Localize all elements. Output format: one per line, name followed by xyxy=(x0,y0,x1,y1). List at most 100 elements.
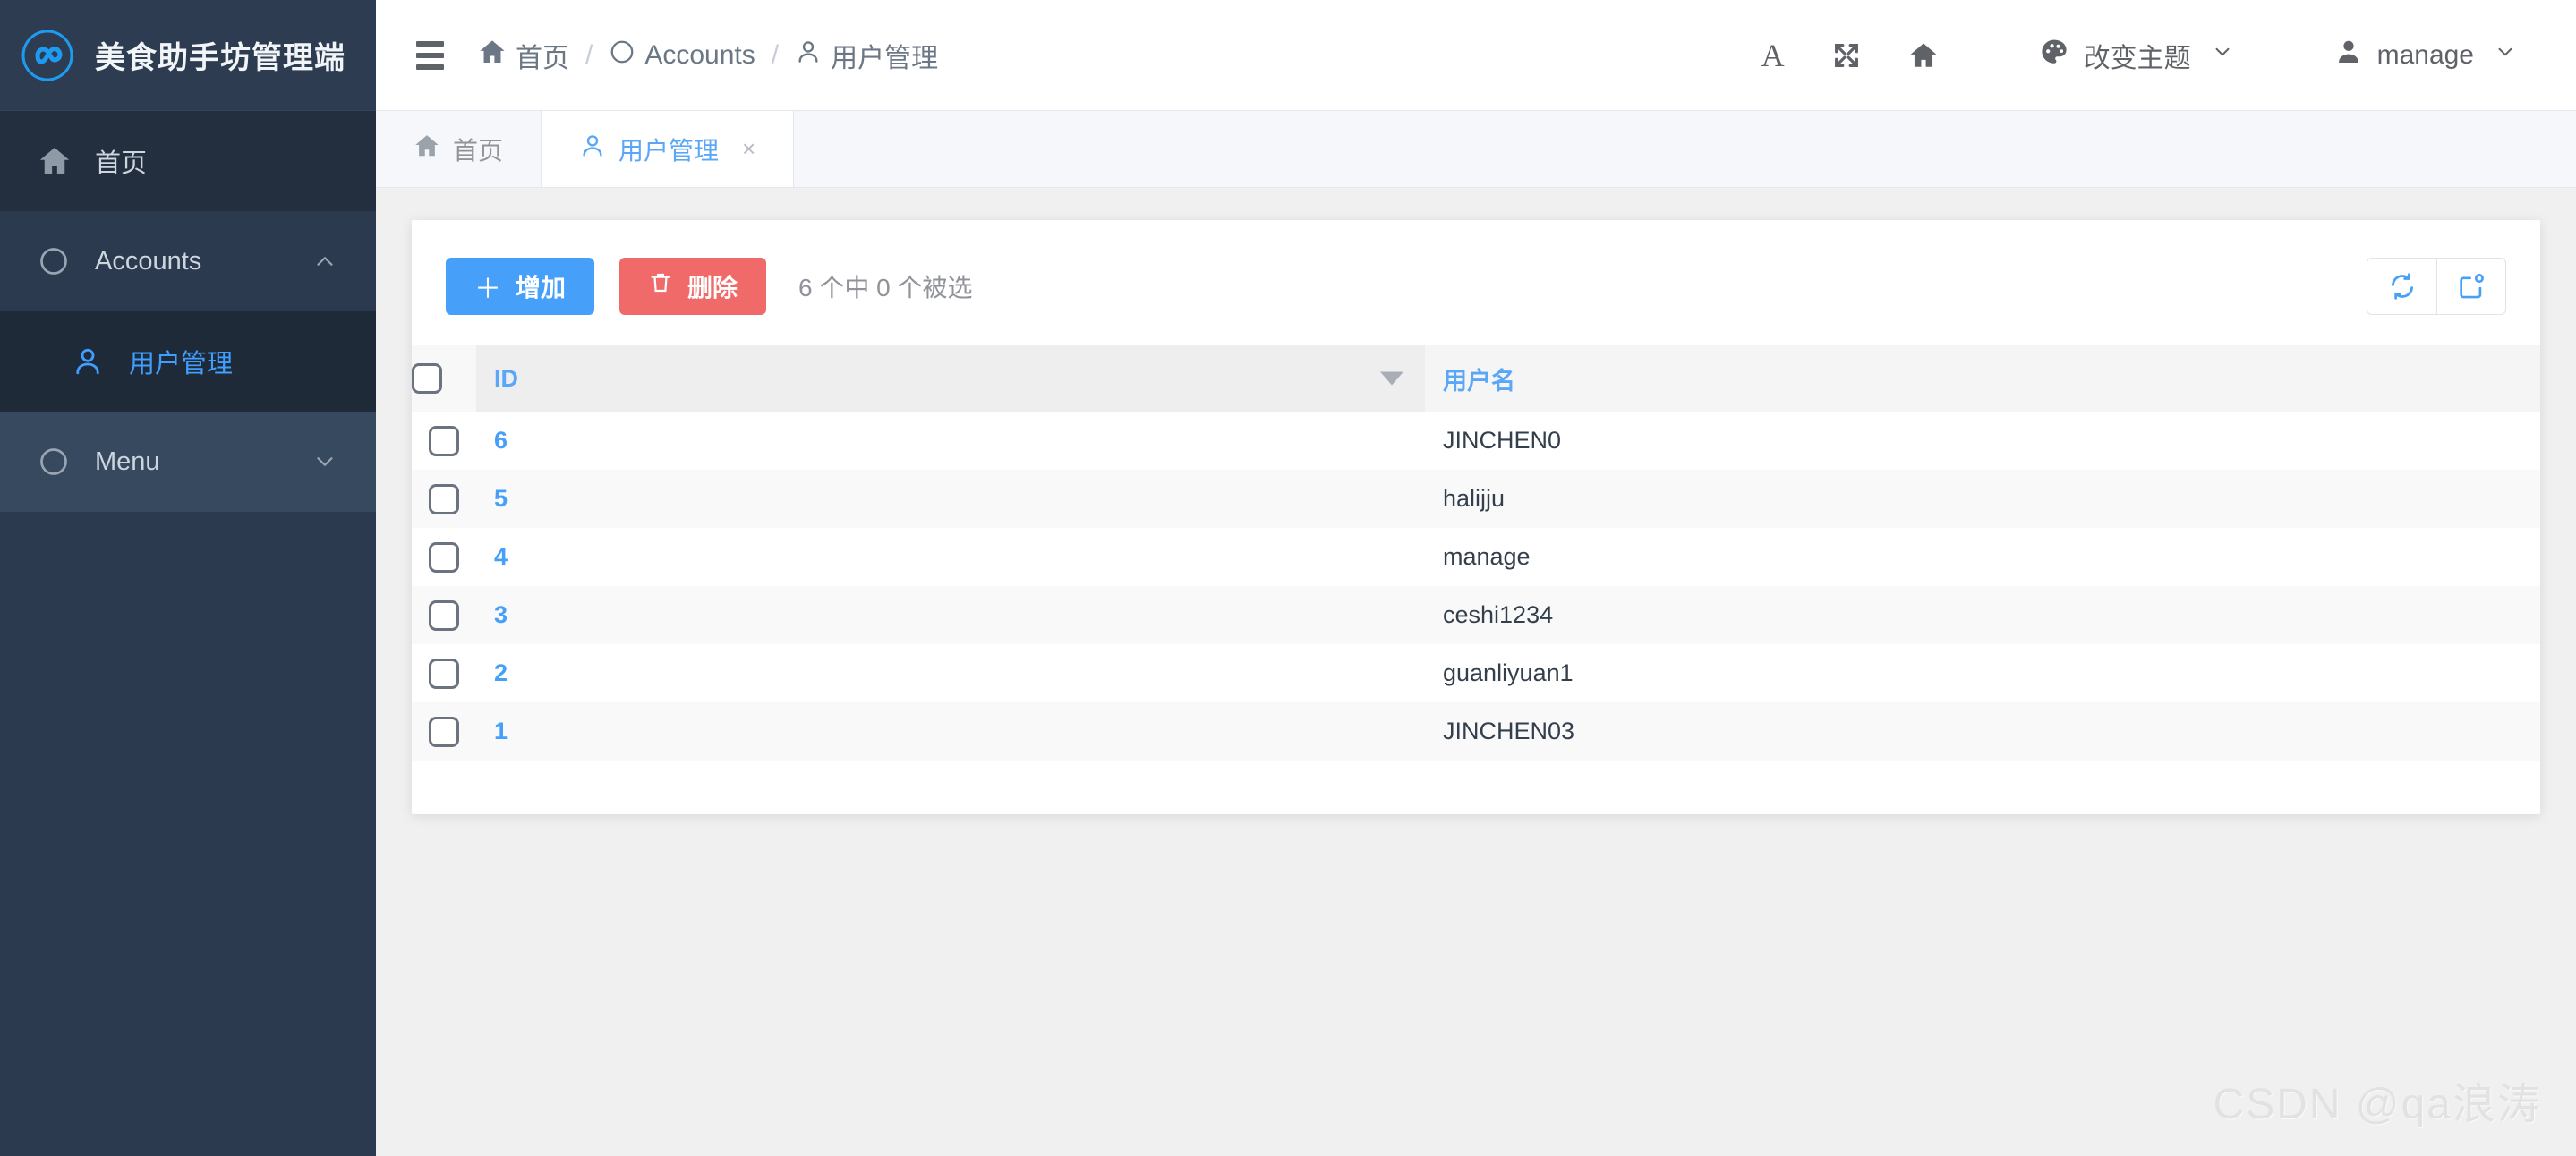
sidebar-item-menu-label: Menu xyxy=(95,446,160,476)
row-select-cell xyxy=(412,586,476,644)
selection-count: 6 个中 0 个被选 xyxy=(798,274,973,302)
breadcrumb-separator: / xyxy=(771,39,780,70)
watermark: CSDN @qa浪涛 xyxy=(2213,1081,2542,1128)
table-row[interactable]: 2 guanliyuan1 xyxy=(412,644,2540,702)
sidebar-item-accounts[interactable]: Accounts xyxy=(0,211,376,311)
user-icon xyxy=(579,132,606,166)
breadcrumb-item-user-management-label: 用户管理 xyxy=(831,43,939,73)
home-icon xyxy=(478,38,507,73)
chevron-down-icon xyxy=(2494,40,2517,71)
breadcrumb-item-user-management[interactable]: 用户管理 xyxy=(795,36,938,75)
row-checkbox[interactable] xyxy=(429,716,459,747)
row-username-cell: JINCHEN0 xyxy=(1425,412,2540,470)
caret-down-icon[interactable] xyxy=(1380,371,1403,386)
row-checkbox[interactable] xyxy=(429,483,459,514)
column-header-id-label: ID xyxy=(494,364,518,392)
fullscreen-arrows-icon[interactable] xyxy=(1808,24,1885,87)
row-checkbox[interactable] xyxy=(429,599,459,631)
content-area: ＋ 增加 删除 6 个中 0 个被选 ID 用户名 6 JINCHEN0 5 h… xyxy=(376,188,2576,1156)
user-table: ID 用户名 6 JINCHEN0 5 halijju 4 manage 3 c… xyxy=(412,345,2540,761)
row-username-cell: guanliyuan1 xyxy=(1425,644,2540,702)
column-header-username-label: 用户名 xyxy=(1443,367,1515,395)
user-avatar-icon xyxy=(2334,38,2363,73)
row-id-link[interactable]: 6 xyxy=(494,427,508,454)
breadcrumb-item-accounts-label: Accounts xyxy=(644,39,755,70)
row-select-cell xyxy=(412,528,476,586)
row-id-link[interactable]: 2 xyxy=(494,659,508,686)
header-home-icon[interactable] xyxy=(1885,24,1962,87)
table-row[interactable]: 3 ceshi1234 xyxy=(412,586,2540,644)
sidebar-item-menu[interactable]: Menu xyxy=(0,412,376,512)
chevron-down-icon[interactable] xyxy=(311,448,338,475)
column-header-username[interactable]: 用户名 xyxy=(1425,345,2540,412)
hamburger-icon[interactable] xyxy=(403,29,456,82)
add-button[interactable]: ＋ 增加 xyxy=(446,258,595,315)
circle-icon xyxy=(38,446,79,478)
row-id-link[interactable]: 1 xyxy=(494,718,508,744)
circle-icon xyxy=(38,245,79,277)
theme-switcher-button[interactable]: 改变主题 xyxy=(2016,36,2257,75)
circle-icon xyxy=(609,38,635,72)
breadcrumb-item-home-label: 首页 xyxy=(516,43,569,73)
home-icon xyxy=(414,132,440,166)
tab-home-label: 首页 xyxy=(453,136,504,165)
row-username-cell: manage xyxy=(1425,528,2540,586)
sidebar-item-home[interactable]: 首页 xyxy=(0,111,376,211)
table-row[interactable]: 1 JINCHEN03 xyxy=(412,702,2540,761)
row-id-cell: 6 xyxy=(476,412,1425,470)
tab-bar: 首页 用户管理 × xyxy=(376,111,2576,188)
delete-button[interactable]: 删除 xyxy=(619,258,767,315)
tab-user-management[interactable]: 用户管理 × xyxy=(542,111,795,187)
font-size-button[interactable]: A xyxy=(1738,24,1808,87)
sidebar-item-user-management[interactable]: 用户管理 xyxy=(0,311,376,412)
breadcrumb-separator: / xyxy=(585,39,593,70)
app-root: 美食助手坊管理端 首页 Accounts 用户管理 Menu 首页 / Acco… xyxy=(0,0,2576,1156)
row-username-cell: JINCHEN03 xyxy=(1425,702,2540,761)
brand-header[interactable]: 美食助手坊管理端 xyxy=(0,0,376,111)
refresh-icon[interactable] xyxy=(2367,258,2436,315)
user-icon xyxy=(795,38,822,72)
table-row[interactable]: 6 JINCHEN0 xyxy=(412,412,2540,470)
breadcrumb-item-home[interactable]: 首页 xyxy=(478,36,569,75)
column-header-id[interactable]: ID xyxy=(476,345,1425,412)
user-menu-button[interactable]: manage xyxy=(2311,38,2540,73)
sidebar-nav: 首页 Accounts 用户管理 Menu xyxy=(0,111,376,1156)
row-checkbox[interactable] xyxy=(429,658,459,689)
trash-icon xyxy=(648,270,673,302)
user-table-card: ＋ 增加 删除 6 个中 0 个被选 ID 用户名 6 JINCHEN0 5 h… xyxy=(412,220,2540,814)
select-all-header xyxy=(412,345,476,412)
row-id-link[interactable]: 3 xyxy=(494,601,508,628)
add-button-label: 增加 xyxy=(516,274,567,302)
home-icon xyxy=(38,144,79,178)
row-select-cell xyxy=(412,470,476,528)
row-select-cell xyxy=(412,702,476,761)
breadcrumb: 首页 / Accounts / 用户管理 xyxy=(478,36,938,75)
close-icon[interactable]: × xyxy=(742,135,755,163)
table-row[interactable]: 4 manage xyxy=(412,528,2540,586)
table-toolbar-right xyxy=(2367,258,2506,315)
delete-button-label: 删除 xyxy=(687,274,738,302)
row-id-cell: 2 xyxy=(476,644,1425,702)
table-header-row: ID 用户名 xyxy=(412,345,2540,412)
chevron-up-icon[interactable] xyxy=(311,248,338,275)
row-select-cell xyxy=(412,412,476,470)
user-icon xyxy=(72,345,113,378)
table-row[interactable]: 5 halijju xyxy=(412,470,2540,528)
select-all-checkbox[interactable] xyxy=(412,363,442,394)
main-area: 首页 / Accounts / 用户管理 A 改变主题 manage 首页 用户… xyxy=(376,0,2576,1156)
infinity-circle-icon xyxy=(20,28,75,83)
sidebar-filler xyxy=(0,512,376,1156)
row-checkbox[interactable] xyxy=(429,541,459,573)
row-id-link[interactable]: 5 xyxy=(494,485,508,512)
row-checkbox[interactable] xyxy=(429,425,459,456)
table-toolbar: ＋ 增加 删除 6 个中 0 个被选 xyxy=(412,245,2540,315)
row-id-link[interactable]: 4 xyxy=(494,543,508,570)
sidebar-item-accounts-label: Accounts xyxy=(95,246,202,276)
table-head: ID 用户名 xyxy=(412,345,2540,412)
top-header: 首页 / Accounts / 用户管理 A 改变主题 manage xyxy=(376,0,2576,111)
columns-settings-icon[interactable] xyxy=(2436,258,2506,315)
palette-icon xyxy=(2039,37,2069,74)
row-select-cell xyxy=(412,644,476,702)
tab-home[interactable]: 首页 xyxy=(376,111,542,187)
breadcrumb-item-accounts[interactable]: Accounts xyxy=(609,38,755,72)
